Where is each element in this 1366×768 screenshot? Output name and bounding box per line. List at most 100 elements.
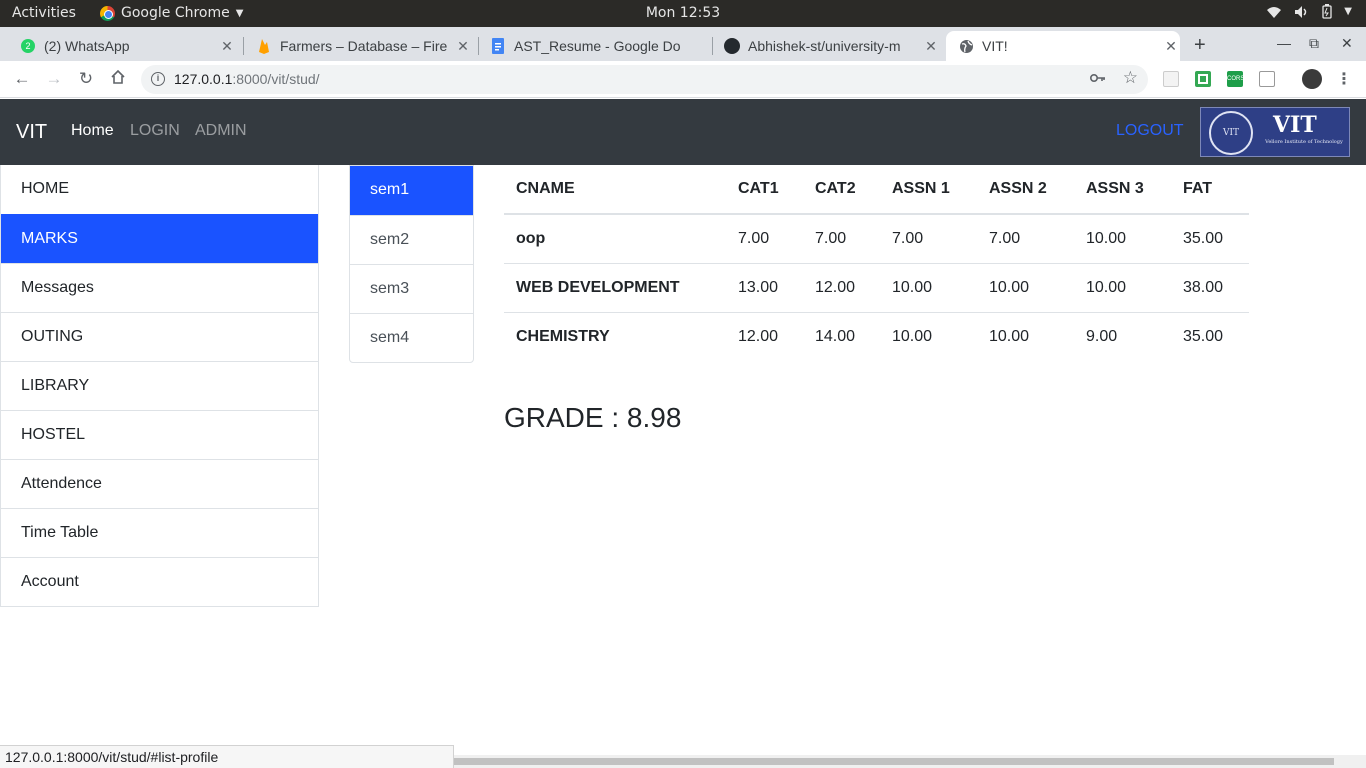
url-text[interactable]: 127.0.0.1:8000/vit/stud/ [174,71,320,87]
semester-item-sem2[interactable]: sem2 [350,215,473,264]
table-cell: 10.00 [1074,213,1171,263]
table-row: WEB DEVELOPMENT 13.00 12.00 10.00 10.00 … [504,262,1249,312]
info-icon[interactable]: i [151,72,165,86]
nav-admin[interactable]: ADMIN [195,122,247,140]
browser-toolbar: ← → ↻ i 127.0.0.1:8000/vit/stud/ ☆ CORS … [0,61,1366,98]
logout-link[interactable]: LOGOUT [1116,122,1184,140]
column-header: CAT2 [803,165,880,215]
minimize-button[interactable]: — [1277,35,1291,51]
close-icon[interactable]: ✕ [218,38,236,55]
activities-button[interactable]: Activities [12,5,76,21]
sidebar-item-time-table[interactable]: Time Table [1,508,318,557]
course-name-cell: CHEMISTRY [504,311,726,361]
table-cell: 38.00 [1171,262,1249,312]
brand-link[interactable]: VIT [16,121,47,144]
document-extension-icon[interactable] [1259,71,1275,87]
tab-google-docs[interactable]: AST_Resume - Google Do [484,31,706,61]
sidebar-item-attendence[interactable]: Attendence [1,459,318,508]
bookmark-star-icon[interactable]: ☆ [1123,68,1138,88]
app-menu[interactable]: Google Chrome ▼ [100,5,243,21]
table-header-row: CNAME CAT1 CAT2 ASSN 1 ASSN 2 ASSN 3 FAT [504,165,1249,215]
sidebar-item-home[interactable]: HOME [1,165,318,214]
tab-title: VIT! [982,38,1008,54]
vit-seal-icon: VIT [1209,111,1253,155]
home-button[interactable] [108,69,128,90]
address-bar[interactable]: i 127.0.0.1:8000/vit/stud/ ☆ [141,65,1148,94]
menu-icon[interactable]: ⋮ [1334,69,1354,89]
table-cell: 12.00 [726,311,803,361]
restore-button[interactable]: ⧉ [1309,35,1319,52]
table-cell: 10.00 [880,311,977,361]
column-header: CNAME [504,165,726,215]
tab-separator [243,37,244,55]
nav-login[interactable]: LOGIN [130,122,180,140]
table-cell: 10.00 [880,262,977,312]
globe-icon [958,38,974,54]
column-header: ASSN 3 [1074,165,1171,215]
profile-avatar[interactable] [1302,69,1322,89]
scrollbar-thumb[interactable] [454,758,1334,765]
volume-icon [1295,5,1307,18]
link-status-bar: 127.0.0.1:8000/vit/stud/#list-profile [0,745,454,768]
tab-title: Abhishek-st/university-m [748,38,901,54]
logo-subtitle: Vellore Institute of Technology [1265,139,1343,145]
tab-title: Farmers – Database – Fire [280,38,448,54]
table-row: oop 7.00 7.00 7.00 7.00 10.00 35.00 [504,213,1249,263]
extension-green-icon[interactable] [1195,71,1211,87]
table-cell: 10.00 [977,262,1074,312]
horizontal-scrollbar[interactable] [454,755,1366,768]
semester-list: sem1 sem2 sem3 sem4 [349,165,474,363]
system-top-bar: Activities Google Chrome ▼ Mon 12:53 ▼ [0,0,1366,27]
sidebar-item-library[interactable]: LIBRARY [1,361,318,410]
sidebar-item-marks[interactable]: MARKS [1,214,318,263]
table-cell: 10.00 [1074,262,1171,312]
tab-separator [712,37,713,55]
cors-extension-icon[interactable]: CORS [1227,71,1244,87]
table-cell: 7.00 [977,213,1074,263]
tab-firebase[interactable]: Farmers – Database – Fire ✕ [250,31,472,61]
semester-item-sem1[interactable]: sem1 [350,166,473,215]
table-cell: 35.00 [1171,311,1249,361]
sidebar-item-hostel[interactable]: HOSTEL [1,410,318,459]
back-button[interactable]: ← [12,69,32,89]
sidebar-item-account[interactable]: Account [1,557,318,606]
extension-icon[interactable] [1163,71,1179,87]
semester-item-sem3[interactable]: sem3 [350,264,473,313]
chevron-down-icon: ▼ [1344,6,1352,17]
grade-display: GRADE : 8.98 [504,402,682,433]
vit-logo: VIT VIT Vellore Institute of Technology [1200,107,1350,157]
whatsapp-icon: 2 [20,38,36,54]
table-cell: 12.00 [803,262,880,312]
google-docs-icon [490,38,506,54]
new-tab-button[interactable]: + [1194,34,1206,57]
system-tray[interactable]: ▼ [1266,4,1352,19]
home-icon [111,69,125,84]
table-cell: 9.00 [1074,311,1171,361]
close-window-button[interactable]: ✕ [1341,35,1353,52]
tab-separator [478,37,479,55]
column-header: CAT1 [726,165,803,215]
app-name: Google Chrome [121,5,230,21]
tab-whatsapp[interactable]: 2 (2) WhatsApp ✕ [14,31,236,61]
table-cell: 35.00 [1171,213,1249,263]
key-icon[interactable] [1089,70,1106,86]
sidebar-item-messages[interactable]: Messages [1,263,318,312]
chevron-down-icon: ▼ [235,7,244,19]
close-icon[interactable]: ✕ [1162,38,1180,55]
nav-home[interactable]: Home [71,122,114,140]
table-row: CHEMISTRY 12.00 14.00 10.00 10.00 9.00 3… [504,311,1249,361]
forward-button[interactable]: → [44,69,64,89]
reload-button[interactable]: ↻ [76,69,96,89]
tab-vit[interactable]: VIT! ✕ [946,31,1180,61]
tab-title: AST_Resume - Google Do [514,38,681,54]
semester-item-sem4[interactable]: sem4 [350,313,473,362]
sidebar-item-outing[interactable]: OUTING [1,312,318,361]
close-icon[interactable]: ✕ [922,38,940,55]
tab-strip: 2 (2) WhatsApp ✕ Farmers – Database – Fi… [0,27,1366,61]
github-icon [724,38,740,54]
column-header: FAT [1171,165,1249,215]
close-icon[interactable]: ✕ [454,38,472,55]
table-cell: 7.00 [726,213,803,263]
tab-github[interactable]: Abhishek-st/university-m ✕ [718,31,940,61]
logo-wordmark: VIT [1273,112,1317,138]
